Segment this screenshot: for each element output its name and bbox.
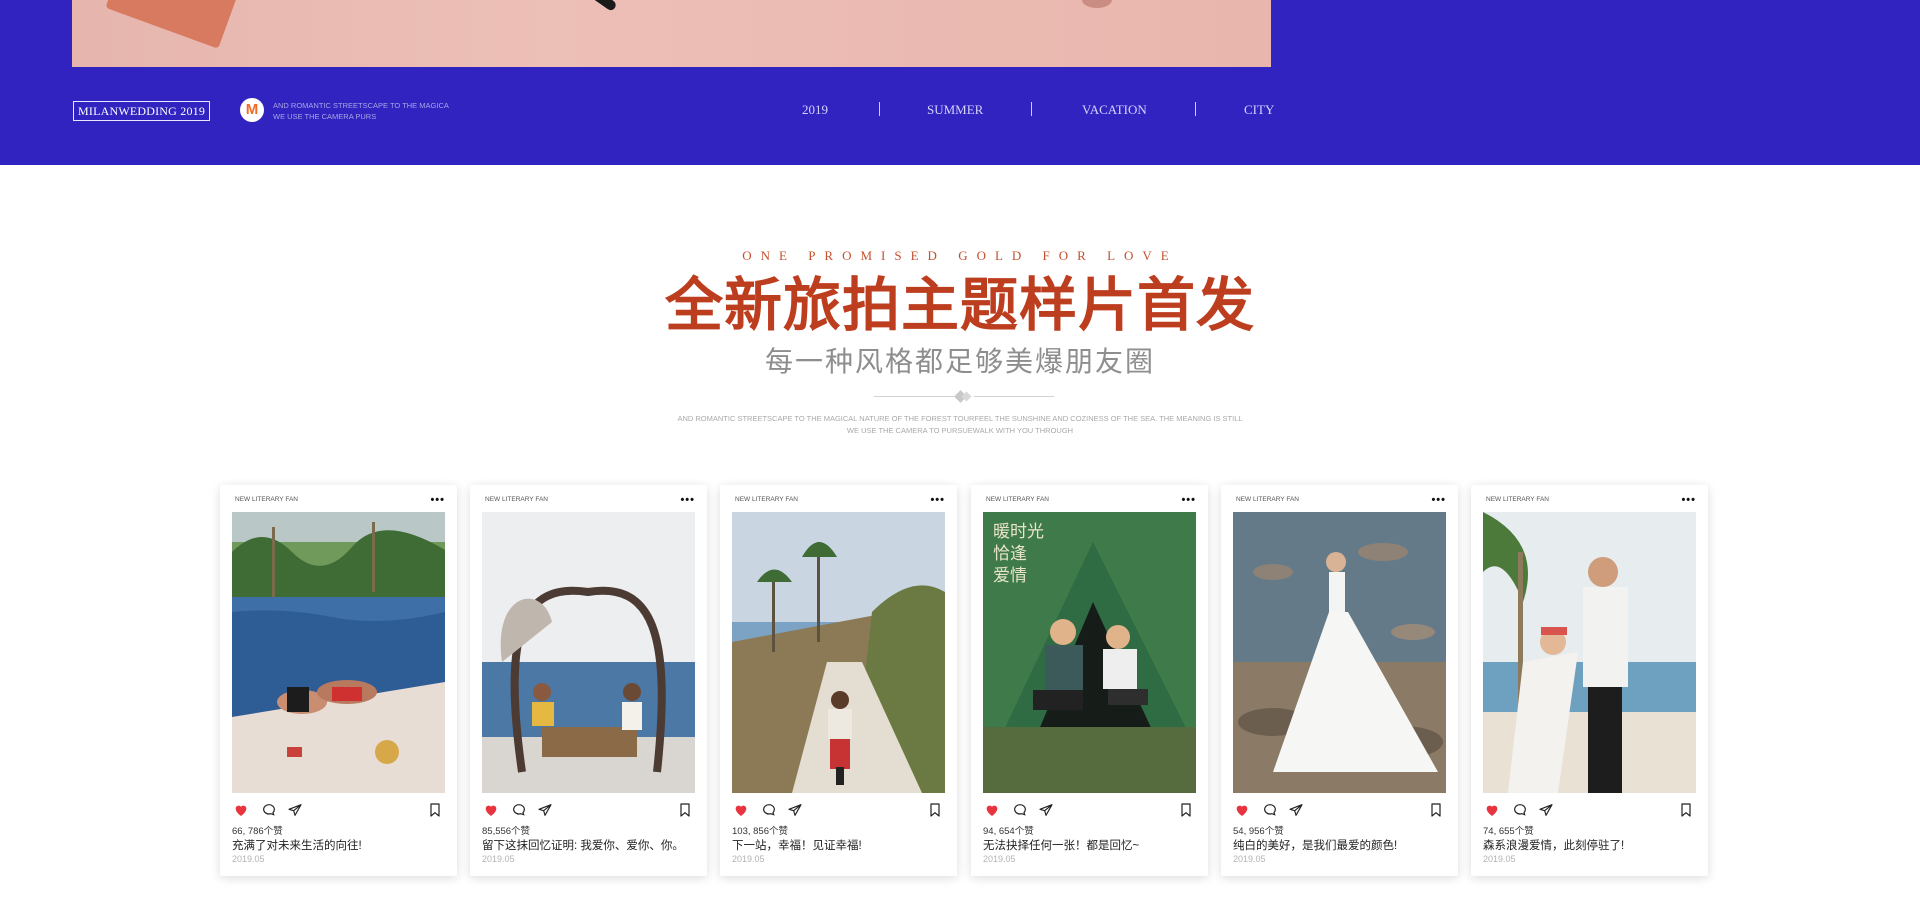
post-date: 2019.05 xyxy=(732,854,765,864)
comment-icon[interactable] xyxy=(1261,802,1279,818)
description-line-2: WE USE THE CAMERA TO PURSUEWALK WITH YOU… xyxy=(846,426,1074,435)
more-icon[interactable]: ••• xyxy=(930,495,945,506)
hero-photo xyxy=(72,0,1271,67)
section-subtitle: 每一种风格都足够美爆朋友圈 xyxy=(764,346,1155,377)
nav-divider xyxy=(1031,102,1032,116)
more-icon[interactable]: ••• xyxy=(1431,495,1446,506)
share-icon[interactable] xyxy=(1537,802,1555,818)
share-icon[interactable] xyxy=(286,802,304,818)
nav-item-summer[interactable]: SUMMER xyxy=(927,102,983,118)
like-count: 94, 654个赞 xyxy=(983,826,1034,837)
more-icon[interactable]: ••• xyxy=(430,495,445,506)
logo-icon[interactable]: M xyxy=(240,98,264,122)
comment-icon[interactable] xyxy=(510,802,528,818)
comment-icon[interactable] xyxy=(1511,802,1529,818)
photo-text-line: 恰逢 xyxy=(993,544,1027,564)
tagline-line-2: WE USE THE CAMERA PURS xyxy=(273,112,377,121)
comment-icon[interactable] xyxy=(1011,802,1029,818)
like-count: 66, 786个赞 xyxy=(232,826,283,837)
card-username: NEW LITERARY FAN xyxy=(986,496,1049,503)
comment-icon[interactable] xyxy=(260,802,278,818)
post-date: 2019.05 xyxy=(232,854,265,864)
post-date: 2019.05 xyxy=(482,854,515,864)
like-count: 85,556个赞 xyxy=(482,826,531,837)
card-username: NEW LITERARY FAN xyxy=(1486,496,1549,503)
post-caption: 森系浪漫爱情，此刻停驻了! xyxy=(1483,840,1625,852)
like-heart-icon[interactable] xyxy=(1483,802,1501,818)
section-kicker: ONE PROMISED GOLD FOR LOVE xyxy=(742,248,1178,263)
pool-couple-photo[interactable] xyxy=(232,512,445,793)
beach-swing-photo[interactable] xyxy=(482,512,695,793)
scooter-road-photo[interactable] xyxy=(732,512,945,793)
post-card[interactable]: NEW LITERARY FAN ••• 66, 786个赞 充满了对未来生活的… xyxy=(220,485,457,876)
like-heart-icon[interactable] xyxy=(1233,802,1251,818)
nav-divider xyxy=(1195,102,1196,116)
post-caption: 无法抉择任何一张！都是回忆~ xyxy=(983,840,1140,852)
post-caption: 充满了对未来生活的向往! xyxy=(232,840,362,852)
palm-couple-photo[interactable] xyxy=(1483,512,1696,793)
like-count: 103, 856个赞 xyxy=(732,826,788,837)
bookmark-icon[interactable] xyxy=(427,802,443,818)
post-caption: 下一站，幸福！见证幸福! xyxy=(732,840,862,852)
share-icon[interactable] xyxy=(536,802,554,818)
nav-divider xyxy=(879,102,880,116)
card-username: NEW LITERARY FAN xyxy=(1236,496,1299,503)
bookmark-icon[interactable] xyxy=(927,802,943,818)
like-heart-icon[interactable] xyxy=(732,802,750,818)
post-date: 2019.05 xyxy=(1233,854,1266,864)
logo-letter: M xyxy=(245,101,259,118)
share-icon[interactable] xyxy=(786,802,804,818)
ornament-divider xyxy=(874,390,1054,403)
card-username: NEW LITERARY FAN xyxy=(735,496,798,503)
post-date: 2019.05 xyxy=(983,854,1016,864)
like-count: 74, 655个赞 xyxy=(1483,826,1534,837)
hero-banner: MILANWEDDING 2019 M AND ROMANTIC STREETS… xyxy=(0,0,1920,165)
post-card[interactable]: NEW LITERARY FAN ••• 74, 655个赞 森系浪漫爱情，此刻… xyxy=(1471,485,1708,876)
more-icon[interactable]: ••• xyxy=(680,495,695,506)
brand-tag[interactable]: MILANWEDDING 2019 xyxy=(73,101,211,121)
like-heart-icon[interactable] xyxy=(232,802,250,818)
post-card[interactable]: NEW LITERARY FAN ••• 103, 856个赞 下一站，幸福！见… xyxy=(720,485,957,876)
share-icon[interactable] xyxy=(1037,802,1055,818)
like-heart-icon[interactable] xyxy=(983,802,1001,818)
like-count: 54, 956个赞 xyxy=(1233,826,1284,837)
hero-tagline: AND ROMANTIC STREETSCAPE TO THE MAGICA W… xyxy=(273,100,449,122)
section-description: AND ROMANTIC STREETSCAPE TO THE MAGICAL … xyxy=(0,413,1920,437)
photo-text-line: 爱情 xyxy=(993,566,1027,586)
card-username: NEW LITERARY FAN xyxy=(235,496,298,503)
more-icon[interactable]: ••• xyxy=(1681,495,1696,506)
post-card[interactable]: NEW LITERARY FAN ••• 85,556个赞 留下这抹回忆证明: … xyxy=(470,485,707,876)
tent-picnic-photo[interactable]: 暖时光 恰逢 爱情 xyxy=(983,512,1196,793)
nav-item-vacation[interactable]: VACATION xyxy=(1082,102,1147,118)
comment-icon[interactable] xyxy=(760,802,778,818)
tagline-line-1: AND ROMANTIC STREETSCAPE TO THE MAGICA xyxy=(273,101,449,110)
card-username: NEW LITERARY FAN xyxy=(485,496,548,503)
nav-item-2019[interactable]: 2019 xyxy=(802,102,828,118)
post-card[interactable]: NEW LITERARY FAN ••• 暖时光 恰逢 爱情 94, 654个赞… xyxy=(971,485,1208,876)
post-card[interactable]: NEW LITERARY FAN ••• 54, 956个赞 纯白的美好，是我们… xyxy=(1221,485,1458,876)
nav-item-city[interactable]: CITY xyxy=(1244,102,1274,118)
bookmark-icon[interactable] xyxy=(677,802,693,818)
bookmark-icon[interactable] xyxy=(1428,802,1444,818)
rocky-shore-bride-photo[interactable] xyxy=(1233,512,1446,793)
post-date: 2019.05 xyxy=(1483,854,1516,864)
bookmark-icon[interactable] xyxy=(1678,802,1694,818)
post-caption: 留下这抹回忆证明: 我爱你、爱你、你。 xyxy=(482,840,684,852)
share-icon[interactable] xyxy=(1287,802,1305,818)
description-line-1: AND ROMANTIC STREETSCAPE TO THE MAGICAL … xyxy=(677,414,1243,423)
bookmark-icon[interactable] xyxy=(1178,802,1194,818)
photo-text-line: 暖时光 xyxy=(993,522,1044,542)
like-heart-icon[interactable] xyxy=(482,802,500,818)
section-title: 全新旅拍主题样片首发 xyxy=(664,271,1255,339)
post-caption: 纯白的美好，是我们最爱的颜色! xyxy=(1233,840,1398,852)
more-icon[interactable]: ••• xyxy=(1181,495,1196,506)
